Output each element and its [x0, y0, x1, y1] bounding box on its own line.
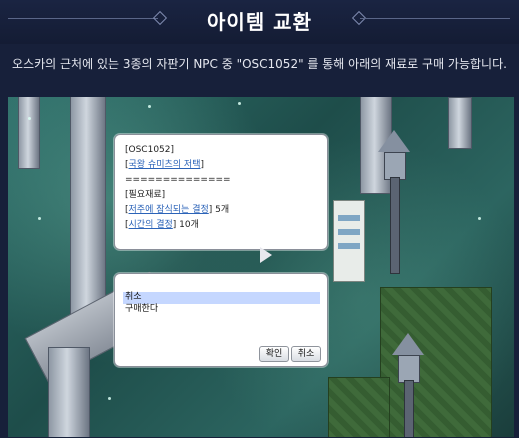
grass-patch [328, 377, 390, 437]
sparkle [478, 217, 481, 220]
mouse-cursor-icon [260, 247, 272, 263]
separator-line: ============== [125, 175, 231, 185]
vending-shelf [338, 215, 360, 221]
cancel-button[interactable]: 취소 [291, 346, 321, 362]
menu-dialog-window: 취소 구매한다 확인 취소 [114, 273, 328, 367]
sparkle [108, 397, 111, 400]
lamp-box [384, 152, 406, 180]
ok-button[interactable]: 확인 [259, 346, 289, 362]
stone-pillar [18, 97, 40, 169]
item-link[interactable]: 국왕 슈미츠의 저택 [129, 160, 201, 170]
lamp-post [390, 177, 400, 274]
page-description: 오스카의 근처에 있는 3종의 자판기 NPC 중 "OSC1052" 를 통해… [12, 57, 507, 71]
header-banner: 아이템 교환 [0, 0, 519, 44]
material-line: [저주에 잠식되는 결정] 5개 [125, 203, 231, 218]
lamp-roof [378, 130, 410, 152]
npc-name: [OSC1052] [125, 145, 175, 155]
materials-header: [필요재료] [125, 190, 166, 200]
vending-machine-npc[interactable] [333, 200, 365, 282]
header-divider-right [360, 18, 510, 19]
menu-item-cancel[interactable]: 취소 [123, 292, 320, 304]
material-quantity: ] 5개 [208, 205, 230, 215]
lamp-post [404, 380, 414, 437]
sparkle [28, 117, 31, 120]
npc-dialog-text: [OSC1052] [국왕 슈미츠의 저택] ============== [필… [125, 143, 231, 233]
grass-patch [380, 287, 492, 437]
item-link-line: [국왕 슈미츠의 저택] [125, 160, 204, 170]
material-link-time-crystal[interactable]: 시간의 결정 [129, 220, 173, 230]
material-link-cursed-crystal[interactable]: 저주에 잠식되는 결정 [129, 205, 209, 215]
lamp-box [398, 355, 420, 383]
game-scene: [OSC1052] [국왕 슈미츠의 저택] ============== [필… [8, 97, 514, 437]
vending-shelf [338, 243, 360, 249]
stone-pillar [48, 347, 90, 437]
sparkle [238, 102, 241, 105]
stone-pillar [70, 97, 106, 329]
menu-list: 취소 구매한다 [123, 292, 320, 316]
sparkle [148, 105, 151, 108]
material-line: [시간의 결정] 10개 [125, 218, 231, 233]
material-quantity: ] 10개 [172, 220, 199, 230]
vending-shelf [338, 229, 360, 235]
menu-item-buy[interactable]: 구매한다 [123, 304, 320, 316]
npc-dialog-window: [OSC1052] [국왕 슈미츠의 저택] ============== [필… [114, 134, 328, 250]
stone-pillar [448, 97, 472, 149]
lamp-roof [392, 333, 424, 355]
sparkle [38, 217, 41, 220]
page-title: 아이템 교환 [207, 10, 312, 34]
